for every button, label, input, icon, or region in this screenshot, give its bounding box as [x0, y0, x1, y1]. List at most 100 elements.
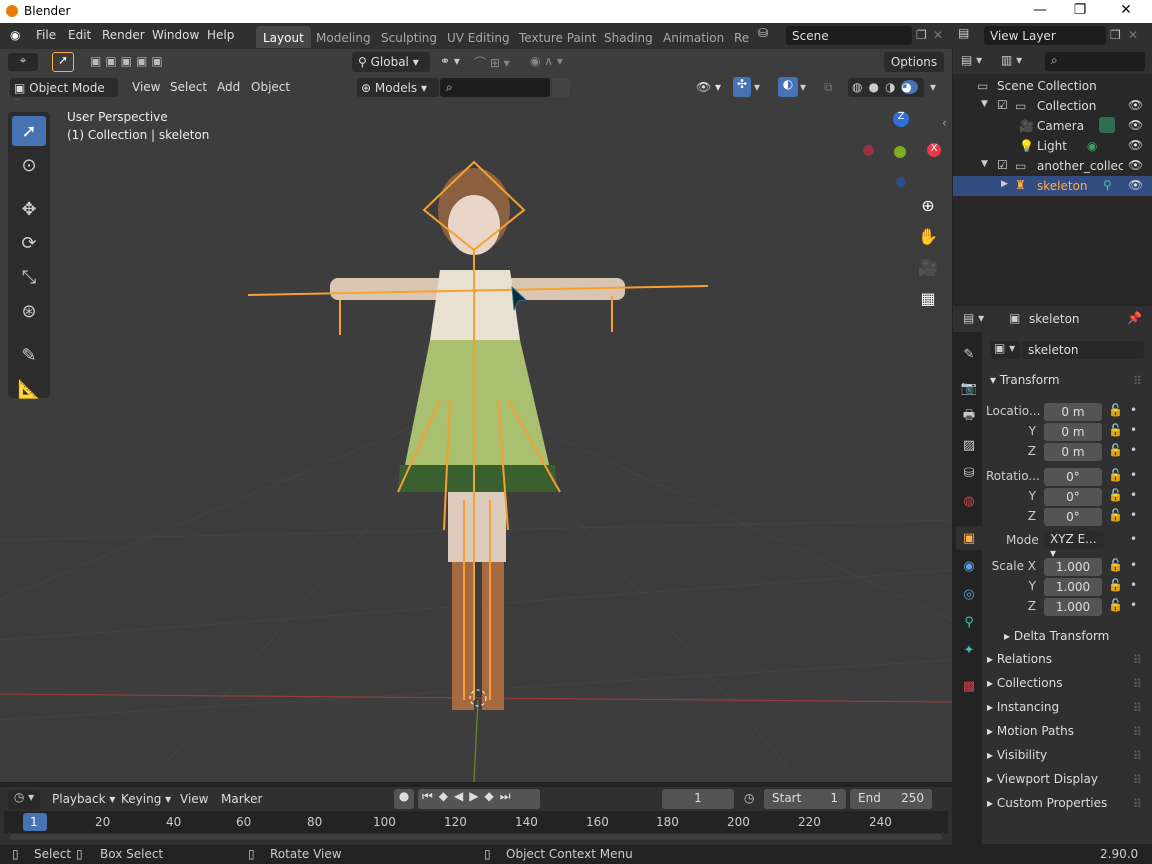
copy-scene-icon[interactable]: ❐ [916, 28, 927, 42]
outliner-row-scene-collection[interactable]: ▭ Scene Collection [953, 76, 1152, 96]
lock-icon[interactable]: 🔓 [1108, 578, 1123, 592]
record-icon[interactable]: ● [394, 789, 414, 809]
transform-orientation-dropdown[interactable]: ⚲ Global ▾ [352, 52, 430, 72]
view-layer-tab-icon[interactable]: ▨ [956, 433, 982, 457]
mode-dropdown[interactable]: ▣ Object Mode ▾ [10, 78, 118, 109]
editor-type-icon[interactable]: ⌖ [8, 53, 38, 71]
keyframe-dot-icon[interactable]: • [1130, 598, 1137, 612]
playback-menu[interactable]: Playback ▾ [52, 792, 115, 806]
annotate-tool-icon[interactable]: ✎ [12, 340, 46, 370]
object-type-icon[interactable]: ▣ ▾ [990, 341, 1020, 359]
panel-drag-icon[interactable]: ⠿ [1133, 374, 1142, 388]
gizmo-z-axis[interactable]: Z [893, 111, 909, 127]
delta-transform-panel[interactable]: ▸ Delta Transform [1004, 629, 1109, 643]
lock-icon[interactable]: 🔓 [1108, 488, 1123, 502]
lock-icon[interactable]: 🔓 [1108, 403, 1123, 417]
search-input[interactable]: ⌕ [440, 78, 550, 97]
timeline-scrollbar[interactable] [10, 834, 942, 840]
keyframe-dot-icon[interactable]: • [1130, 578, 1137, 592]
transform-value-field[interactable]: 0 m [1044, 423, 1102, 441]
options-dropdown[interactable]: Options [884, 52, 944, 72]
display-mode-icon[interactable]: ▥ ▾ [1001, 53, 1022, 67]
workspace-tab[interactable]: Layout [256, 26, 311, 48]
measure-tool-icon[interactable]: 📐 [12, 374, 46, 404]
rotate-tool-icon[interactable]: ⟳ [12, 228, 46, 258]
3d-viewport[interactable]: User Perspective (1) Collection | skelet… [0, 100, 952, 782]
overlay-toggle-icon[interactable]: ◐ [778, 77, 798, 97]
checkbox-icon[interactable]: ☑ [997, 158, 1008, 172]
workspace-tab[interactable]: Shading [597, 26, 660, 48]
timeline-editor-icon[interactable]: ◷ ▾ [8, 790, 40, 810]
camera-data-icon[interactable] [1099, 117, 1115, 133]
view-layer-selector[interactable]: View Layer [984, 26, 1106, 45]
panel-drag-icon[interactable]: ⠿ [1133, 749, 1142, 763]
delete-scene-icon[interactable]: ✕ [933, 28, 943, 42]
panel-drag-icon[interactable]: ⠿ [1133, 725, 1142, 739]
gizmo-neg-x-axis[interactable] [863, 145, 874, 156]
transform-panel-header[interactable]: ▾ Transform [990, 373, 1060, 387]
workspace-tab[interactable]: Sculpting [374, 26, 444, 48]
lock-icon[interactable]: 🔓 [1108, 468, 1123, 482]
xray-icon[interactable]: ⧉ [824, 80, 833, 95]
transform-value-field[interactable]: 1.000 [1044, 558, 1102, 576]
outliner-row-collection[interactable]: ▼ ☑ ▭ Collection 👁 [953, 96, 1152, 116]
blender-menu-icon[interactable]: ◉ [10, 28, 20, 42]
transform-value-field[interactable]: 0° [1044, 468, 1102, 486]
properties-panel-header[interactable]: ▸ Viewport Display [987, 772, 1098, 786]
outliner-editor-icon[interactable]: ▤ ▾ [961, 53, 982, 67]
gizmo-dropdown-icon[interactable]: ▾ [754, 80, 760, 94]
transform-value-field[interactable]: 0 m [1044, 443, 1102, 461]
end-frame-field[interactable]: End 250 [850, 789, 932, 809]
camera-view-icon[interactable]: 🎥 [914, 253, 942, 281]
playback-controls[interactable]: ⏮◆◀▶◆⏭ [418, 789, 540, 809]
gizmo-neg-z-axis[interactable] [896, 177, 906, 187]
transform-tool-icon[interactable]: ⊛ [12, 296, 46, 326]
start-frame-field[interactable]: Start 1 [764, 789, 846, 809]
copy-view-layer-icon[interactable]: ❐ [1110, 28, 1121, 42]
gizmo-x-axis[interactable]: X [927, 143, 941, 157]
keyframe-dot-icon[interactable]: • [1130, 423, 1137, 437]
eye-icon[interactable]: 👁 [1128, 138, 1143, 152]
delete-view-layer-icon[interactable]: ✕ [1128, 28, 1138, 42]
zoom-icon[interactable]: ⊕ [914, 191, 942, 219]
menu-edit[interactable]: Edit [68, 28, 91, 42]
outliner-search-input[interactable]: ⌕ [1045, 52, 1145, 71]
pan-hand-icon[interactable]: ✋ [914, 222, 942, 250]
object-menu[interactable]: Object [251, 80, 290, 94]
menu-help[interactable]: Help [207, 28, 234, 42]
lock-icon[interactable]: 🔓 [1108, 598, 1123, 612]
workspace-tab[interactable]: Animation [656, 26, 731, 48]
lock-icon[interactable]: 🔓 [1108, 558, 1123, 572]
transform-value-field[interactable]: 1.000 [1044, 598, 1102, 616]
workspace-tab[interactable]: Modeling [309, 26, 378, 48]
workspace-tab[interactable]: UV Editing [440, 26, 517, 48]
workspace-tab[interactable]: Texture Paint [512, 26, 603, 48]
render-tab-icon[interactable]: 📷 [956, 376, 982, 400]
select-mode-icons[interactable]: ▣▣▣▣▣ [90, 54, 167, 68]
shading-dropdown-icon[interactable]: ▾ [930, 80, 936, 94]
shading-modes[interactable]: ◍●◑◕ [848, 78, 924, 97]
properties-panel-header[interactable]: ▸ Custom Properties [987, 796, 1107, 810]
lock-icon[interactable]: 🔓 [1108, 423, 1123, 437]
lock-icon[interactable]: 🔓 [1108, 443, 1123, 457]
maximize-button[interactable]: ❐ [1058, 2, 1102, 20]
current-frame-field[interactable]: 1 [662, 789, 734, 809]
eye-icon[interactable]: 👁 [1128, 158, 1143, 172]
lock-icon[interactable]: 🔓 [1108, 508, 1123, 522]
scene-selector[interactable]: Scene [786, 26, 912, 45]
workspace-tab[interactable]: Re [727, 26, 756, 48]
menu-file[interactable]: File [36, 28, 56, 42]
properties-panel-header[interactable]: ▸ Relations [987, 652, 1052, 666]
outliner-row-skeleton[interactable]: ▶ ♜ skeleton ⚲ 👁 [953, 176, 1152, 196]
properties-editor-icon[interactable]: ▤ ▾ [963, 311, 984, 325]
physics-tab-icon[interactable]: ◎ [956, 582, 982, 606]
armature-tab-icon[interactable]: ✦ [956, 638, 982, 662]
eye-icon[interactable]: 👁 [1128, 98, 1143, 112]
expand-icon[interactable]: ▶ [1001, 179, 1008, 189]
move-tool-icon[interactable]: ✥ [12, 194, 46, 224]
properties-panel-header[interactable]: ▸ Collections [987, 676, 1062, 690]
properties-panel-header[interactable]: ▸ Visibility [987, 748, 1047, 762]
transform-value-field[interactable]: 0° [1044, 488, 1102, 506]
outliner-row-light[interactable]: 💡 Light ◉ 👁 [953, 136, 1152, 156]
scene-tab-icon[interactable]: ⛁ [956, 461, 982, 485]
